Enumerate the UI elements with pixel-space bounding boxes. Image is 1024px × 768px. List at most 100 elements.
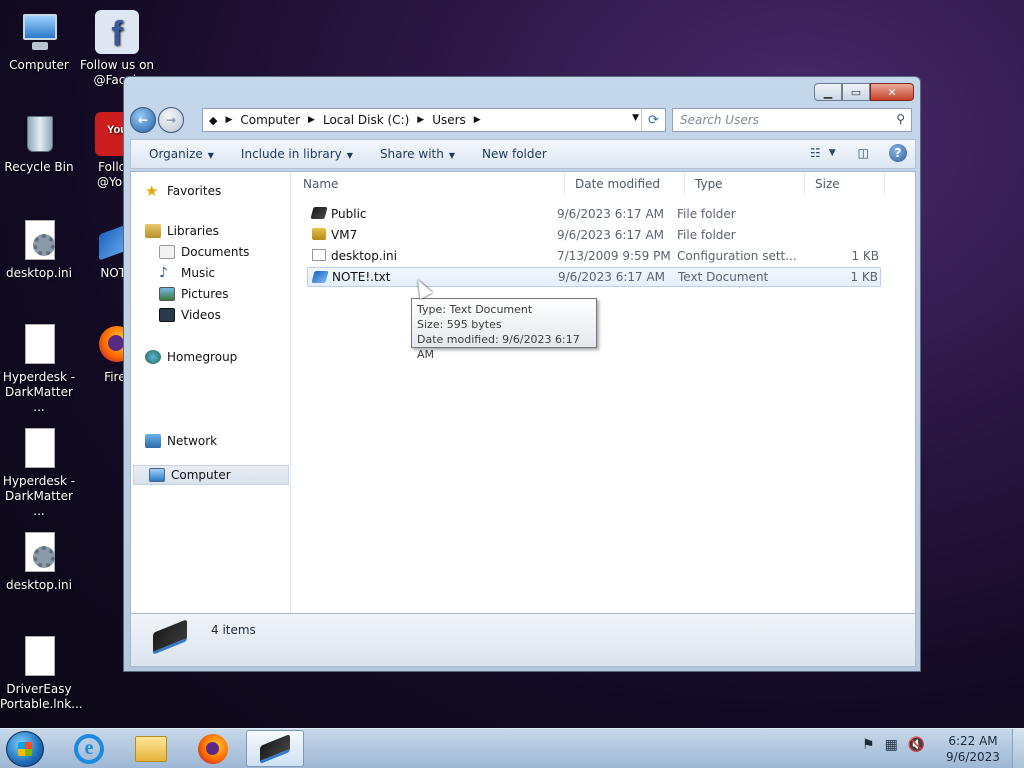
computer-icon	[17, 10, 61, 54]
file-row-note[interactable]: NOTE!.txt 9/6/2023 6:17 AM Text Document…	[307, 267, 881, 287]
action-center-flag-icon[interactable]: ⚑	[862, 737, 875, 753]
nav-computer[interactable]: Computer	[133, 465, 289, 485]
breadcrumb-computer[interactable]: Computer	[240, 113, 300, 127]
start-button[interactable]	[6, 731, 44, 767]
breadcrumb-separator[interactable]: ▶	[225, 115, 232, 125]
include-in-library-menu[interactable]: Include in library ▼	[232, 147, 362, 161]
windows-explorer-icon	[135, 735, 167, 762]
chevron-down-icon: ▼	[207, 151, 214, 160]
file-size: 1 KB	[851, 249, 879, 263]
new-folder-button[interactable]: New folder	[473, 147, 556, 161]
recycle-bin-icon	[17, 112, 61, 156]
address-bar[interactable]: ◆ ▶ Computer ▶ Local Disk (C:) ▶ Users ▶…	[202, 108, 666, 132]
breadcrumb-separator[interactable]: ▶	[308, 115, 315, 125]
desktop-icon-recycle-bin[interactable]: Recycle Bin	[0, 112, 78, 175]
nav-label: Music	[181, 266, 216, 280]
network-icon	[145, 434, 161, 448]
file-row-desktop-ini[interactable]: desktop.ini 7/13/2009 9:59 PM Configurat…	[307, 246, 881, 266]
nav-documents[interactable]: Documents	[159, 245, 249, 259]
close-button[interactable]: ✕	[870, 83, 914, 101]
nav-favorites[interactable]: ★ Favorites	[145, 182, 221, 200]
file-name: desktop.ini	[331, 249, 397, 263]
nav-homegroup[interactable]: Homegroup	[145, 350, 237, 364]
system-tray: ⚑ ▦ 🔇	[862, 737, 935, 753]
taskbar-windows-explorer[interactable]	[122, 730, 180, 767]
facebook-icon: f	[95, 10, 139, 54]
forward-button[interactable]: →	[158, 107, 184, 133]
file-row-public[interactable]: Public 9/6/2023 6:17 AM File folder	[307, 204, 881, 224]
blank-document-icon	[17, 634, 61, 678]
breadcrumb-separator[interactable]: ▶	[474, 115, 481, 125]
chevron-down-icon: ▼	[448, 151, 455, 160]
volume-muted-icon[interactable]: 🔇	[908, 737, 925, 753]
desktop-icon-label: desktop.ini	[6, 578, 72, 592]
file-type: Text Document	[678, 270, 769, 284]
preview-pane-icon[interactable]: ◫	[858, 146, 869, 160]
taskbar-internet-explorer[interactable]: e	[60, 730, 118, 767]
column-label: Type	[695, 177, 723, 191]
file-row-vm7[interactable]: VM7 9/6/2023 6:17 AM File folder	[307, 225, 881, 245]
breadcrumb-separator[interactable]: ▶	[417, 115, 424, 125]
content-area: ★ Favorites Libraries Documents ♪ Music Pi…	[130, 171, 916, 613]
drive-icon: ◆	[209, 113, 218, 127]
view-dropdown-icon[interactable]: ▼	[829, 148, 836, 158]
desktop-icon-desktop-ini[interactable]: desktop.ini	[0, 218, 78, 281]
search-input[interactable]: Search Users ⚲	[672, 108, 912, 132]
nav-label: Computer	[171, 468, 231, 482]
nav-label: Homegroup	[167, 350, 238, 364]
file-name: NOTE!.txt	[332, 270, 391, 284]
back-button[interactable]: ←	[130, 107, 156, 133]
nav-libraries[interactable]: Libraries	[145, 224, 219, 238]
blank-document-icon	[17, 426, 61, 470]
column-header-type[interactable]: Type	[685, 172, 805, 196]
desktop-icon-computer[interactable]: Computer	[0, 10, 78, 73]
network-status-icon[interactable]: ▦	[885, 737, 898, 753]
breadcrumb-users[interactable]: Users	[432, 113, 466, 127]
file-type: File folder	[677, 228, 736, 242]
file-date: 9/6/2023 6:17 AM	[557, 228, 665, 242]
change-view-icon[interactable]: ☷	[810, 146, 821, 160]
desktop-icon-desktop-ini-2[interactable]: desktop.ini	[0, 530, 78, 593]
nav-pictures[interactable]: Pictures	[159, 287, 229, 301]
details-pane: 4 items	[130, 613, 916, 667]
column-label: Date modified	[575, 177, 661, 191]
chevron-down-icon: ▼	[346, 151, 353, 160]
nav-label: Documents	[181, 245, 250, 259]
drive-icon	[260, 733, 290, 764]
taskbar-explorer-window[interactable]	[246, 730, 304, 767]
column-header-date[interactable]: Date modified	[565, 172, 685, 196]
file-date: 9/6/2023 6:17 AM	[557, 207, 665, 221]
column-label: Size	[815, 177, 840, 191]
nav-music[interactable]: ♪ Music	[159, 266, 215, 280]
desktop-icon-hyperdesk-1[interactable]: Hyperdesk - DarkMatter ...	[0, 322, 78, 415]
breadcrumb-local-disk[interactable]: Local Disk (C:)	[323, 113, 409, 127]
column-header-name[interactable]: Name	[293, 172, 565, 196]
column-header-size[interactable]: Size	[805, 172, 885, 196]
refresh-icon[interactable]: ⟳	[641, 109, 665, 131]
clock[interactable]: 6:22 AM 9/6/2023	[940, 733, 1006, 765]
desktop-icon-label: Recycle Bin	[4, 160, 74, 174]
internet-explorer-icon: e	[74, 733, 104, 764]
organize-menu[interactable]: Organize ▼	[140, 147, 223, 161]
desktop-icon-drivereasy[interactable]: DriverEasy Portable.lnk...	[0, 634, 83, 712]
include-in-library-label: Include in library	[240, 147, 342, 161]
maximize-button[interactable]: ▭	[842, 83, 870, 101]
nav-videos[interactable]: Videos	[159, 308, 221, 322]
minimize-button[interactable]: ▁	[814, 83, 842, 101]
show-desktop-button[interactable]	[1012, 729, 1024, 768]
file-size: 1 KB	[850, 270, 878, 284]
nav-label: Videos	[181, 308, 221, 322]
folder-lock-icon	[312, 228, 326, 240]
desktop-icon-hyperdesk-2[interactable]: Hyperdesk - DarkMatter ...	[0, 426, 78, 519]
search-icon[interactable]: ⚲	[896, 112, 905, 126]
tooltip-type: Type: Text Document	[417, 303, 533, 316]
desktop-icon-label: Hyperdesk - DarkMatter ...	[2, 474, 76, 518]
address-dropdown-icon[interactable]: ▼	[632, 113, 639, 123]
settings-file-icon	[312, 249, 326, 261]
firefox-icon	[198, 733, 228, 764]
share-with-menu[interactable]: Share with ▼	[371, 147, 464, 161]
nav-network[interactable]: Network	[145, 434, 217, 448]
help-icon[interactable]: ?	[889, 144, 907, 162]
taskbar-firefox[interactable]	[184, 730, 242, 767]
tooltip-size: Size: 595 bytes	[417, 318, 502, 331]
